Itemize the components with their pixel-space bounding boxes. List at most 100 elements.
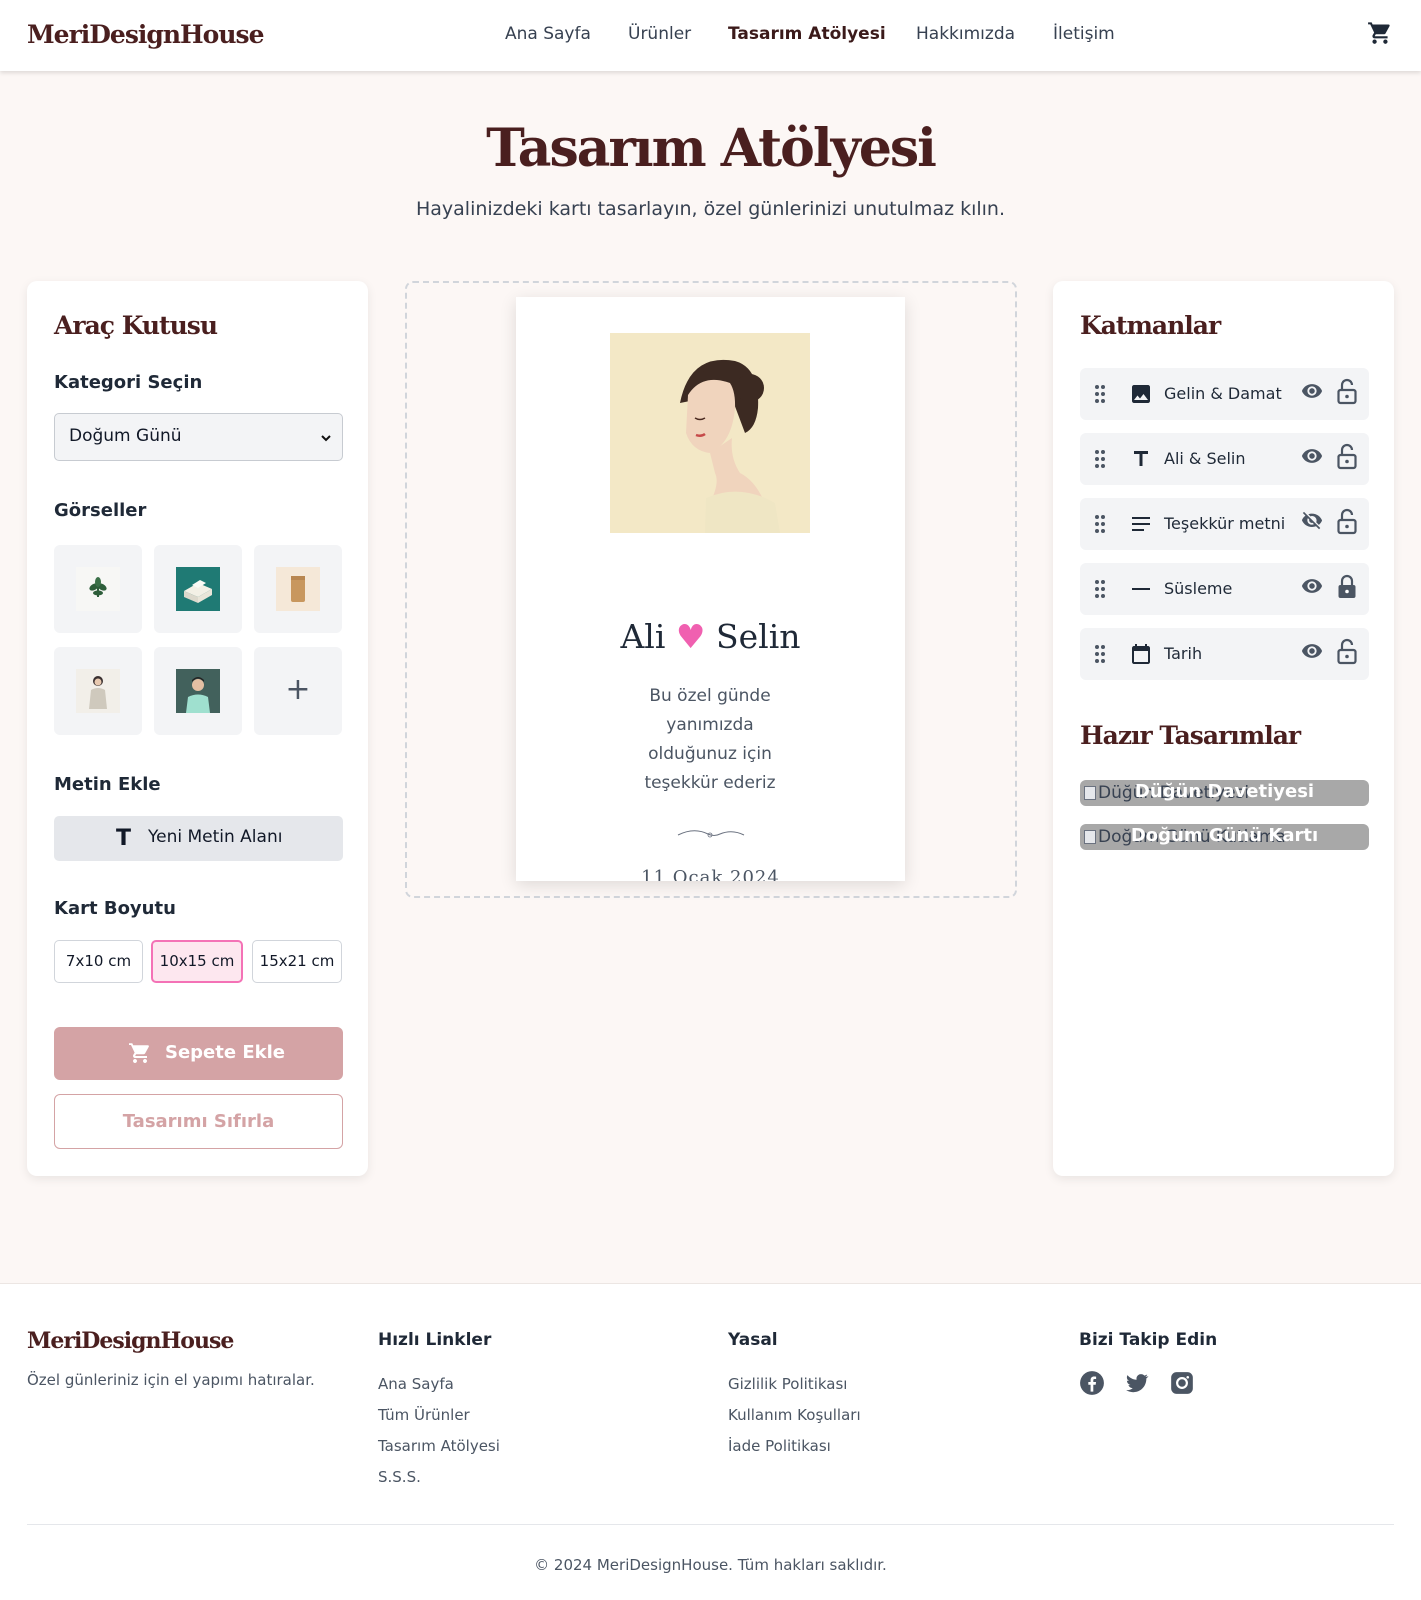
footer-tagline: Özel günleriniz için el yapımı hatıralar… [27, 1371, 315, 1389]
eye-icon[interactable] [1299, 640, 1325, 662]
calendar-icon [1132, 644, 1150, 664]
add-image-button[interactable]: + [254, 647, 342, 735]
eye-icon[interactable] [1299, 380, 1325, 402]
kraft-bag-image [276, 567, 320, 611]
line-icon [1132, 588, 1150, 590]
shopping-cart-icon [129, 1043, 149, 1063]
footer-link-faq[interactable]: S.S.S. [378, 1468, 421, 1486]
lock-closed-icon[interactable] [1335, 573, 1359, 601]
plus-icon: + [285, 672, 311, 707]
drag-handle-icon[interactable] [1094, 579, 1106, 599]
size-heading: Kart Boyutu [54, 898, 176, 919]
ornament-flourish-icon[interactable] [676, 827, 746, 841]
heart-icon: ♥ [675, 617, 706, 656]
site-footer: MeriDesignHouse Özel günleriniz için el … [0, 1283, 1421, 1600]
layer-item[interactable]: Gelin & Damat [1080, 368, 1369, 420]
eye-icon[interactable] [1299, 575, 1325, 597]
card-message-text[interactable]: Bu özel günde yanımızda olduğunuz için t… [630, 682, 790, 798]
category-heading: Kategori Seçin [54, 372, 203, 393]
layer-label: Ali & Selin [1164, 449, 1246, 468]
shopping-cart-icon[interactable] [1367, 20, 1393, 46]
footer-link-home[interactable]: Ana Sayfa [378, 1375, 454, 1393]
layer-label: Teşekkür metni [1164, 514, 1286, 533]
size-option-10x15[interactable]: 10x15 cm [151, 940, 243, 983]
size-option-15x21[interactable]: 15x21 cm [252, 940, 342, 983]
image-thumb-cake-box[interactable] [154, 545, 242, 633]
layer-item[interactable]: Tarih [1080, 628, 1369, 680]
site-header: MeriDesignHouse Ana Sayfa Ürünler Tasarı… [0, 0, 1421, 71]
preset-caption: Düğün Davetiyesi [1134, 781, 1315, 802]
lock-open-icon[interactable] [1335, 378, 1359, 406]
facebook-icon[interactable] [1079, 1370, 1105, 1396]
page-title: Tasarım Atölyesi [486, 118, 937, 179]
category-select[interactable]: Doğum Günü [54, 413, 343, 461]
lock-open-icon[interactable] [1335, 443, 1359, 471]
drag-handle-icon[interactable] [1094, 514, 1106, 534]
image-thumb-man-mint-shirt[interactable] [154, 647, 242, 735]
card-date-text[interactable]: 11 Ocak 2024 [516, 867, 905, 881]
layer-item[interactable]: Ali & Selin [1080, 433, 1369, 485]
eye-icon[interactable] [1299, 445, 1325, 467]
reset-design-button[interactable]: Tasarımı Sıfırla [54, 1094, 343, 1149]
size-option-7x10[interactable]: 7x10 cm [54, 940, 143, 983]
preset-caption: Doğum Günü Kartı [1130, 825, 1319, 846]
new-text-button[interactable]: T Yeni Metin Alanı [54, 816, 343, 861]
person-sweater-image [76, 669, 120, 713]
twitter-icon[interactable] [1124, 1370, 1150, 1396]
layer-item[interactable]: Süsleme [1080, 563, 1369, 615]
footer-link-design-studio[interactable]: Tasarım Atölyesi [378, 1437, 500, 1455]
new-text-label: Yeni Metin Alanı [148, 827, 283, 847]
quick-links-heading: Hızlı Linkler [378, 1330, 492, 1350]
add-to-cart-button[interactable]: Sepete Ekle [54, 1027, 343, 1080]
card-names-text[interactable]: Ali ♥ Selin [516, 617, 905, 656]
text-icon [1134, 451, 1148, 466]
layers-panel: Katmanlar Gelin & Damat Ali & Selin Teşe… [1053, 281, 1394, 1176]
layers-title: Katmanlar [1080, 311, 1221, 340]
site-logo[interactable]: MeriDesignHouse [27, 20, 265, 49]
chevron-down-icon [321, 435, 331, 442]
nav-design-studio[interactable]: Tasarım Atölyesi [728, 24, 886, 44]
bride-portrait-image[interactable] [610, 333, 810, 533]
nav-products[interactable]: Ürünler [628, 24, 691, 44]
image-icon [1132, 385, 1150, 403]
footer-divider [27, 1524, 1394, 1525]
image-thumb-kraft-bag[interactable] [254, 545, 342, 633]
drag-handle-icon[interactable] [1094, 384, 1106, 404]
layer-item[interactable]: Teşekkür metni [1080, 498, 1369, 550]
card-name-2: Selin [716, 617, 801, 656]
image-thumb-plant[interactable] [54, 545, 142, 633]
presets-title: Hazır Tasarımlar [1080, 721, 1301, 750]
toolbox-panel: Araç Kutusu Kategori Seçin Doğum Günü Gö… [27, 281, 368, 1176]
preset-birthday-card[interactable]: Doğum Günü Kutlama Doğum Günü Kartı [1080, 824, 1369, 850]
category-selected-value: Doğum Günü [69, 426, 182, 446]
lock-open-icon[interactable] [1335, 508, 1359, 536]
image-thumb-person-sweater[interactable] [54, 647, 142, 735]
drag-handle-icon[interactable] [1094, 449, 1106, 469]
layer-label: Süsleme [1164, 579, 1233, 598]
images-heading: Görseller [54, 500, 147, 521]
layer-label: Gelin & Damat [1164, 384, 1282, 403]
lock-open-icon[interactable] [1335, 638, 1359, 666]
footer-link-terms[interactable]: Kullanım Koşulları [728, 1406, 861, 1424]
paragraph-icon [1132, 517, 1150, 531]
plant-image [76, 567, 120, 611]
cake-box-image [176, 567, 220, 611]
follow-heading: Bizi Takip Edin [1079, 1330, 1218, 1350]
toolbox-title: Araç Kutusu [54, 311, 218, 340]
text-t-icon: T [116, 826, 132, 851]
nav-contact[interactable]: İletişim [1053, 24, 1115, 44]
eye-off-icon[interactable] [1299, 510, 1325, 532]
instagram-icon[interactable] [1169, 1370, 1195, 1396]
footer-link-privacy[interactable]: Gizlilik Politikası [728, 1375, 847, 1393]
footer-logo[interactable]: MeriDesignHouse [27, 1328, 234, 1354]
nav-about[interactable]: Hakkımızda [916, 24, 1015, 44]
drag-handle-icon[interactable] [1094, 644, 1106, 664]
footer-link-returns[interactable]: İade Politikası [728, 1437, 831, 1455]
nav-home[interactable]: Ana Sayfa [505, 24, 591, 44]
add-to-cart-label: Sepete Ekle [165, 1042, 285, 1063]
text-heading: Metin Ekle [54, 774, 161, 795]
preset-wedding-invitation[interactable]: Düğün Davetiyesi Düğün Davetiyesi [1080, 780, 1369, 806]
footer-link-all-products[interactable]: Tüm Ürünler [378, 1406, 470, 1424]
copyright-text: © 2024 MeriDesignHouse. Tüm hakları sakl… [534, 1556, 887, 1574]
card-preview[interactable]: Ali ♥ Selin Bu özel günde yanımızda oldu… [516, 297, 905, 881]
